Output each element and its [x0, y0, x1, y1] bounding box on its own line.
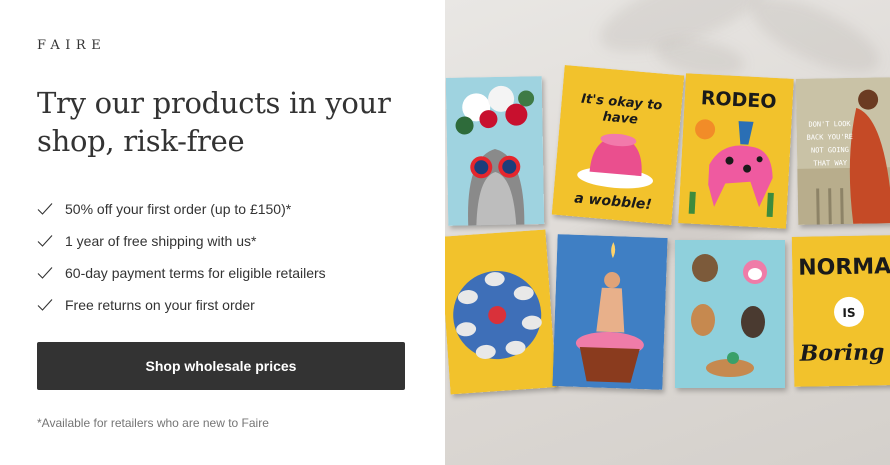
benefits-list: 50% off your first order (up to £150)* 1… — [37, 193, 326, 321]
benefit-text: 50% off your first order (up to £150)* — [65, 201, 292, 217]
product-cards-image: It's okay to have a wobble! RODEO DON'T … — [445, 0, 890, 465]
check-icon — [37, 235, 53, 247]
footnote: *Available for retailers who are new to … — [37, 416, 269, 430]
rodeo-card: RODEO — [678, 73, 794, 229]
benefit-item: 50% off your first order (up to £150)* — [37, 193, 326, 225]
cupcake-card — [552, 234, 668, 390]
rodeo-title: RODEO — [700, 87, 777, 113]
normal-line2: IS — [842, 306, 855, 320]
benefit-text: 1 year of free shipping with us* — [65, 233, 257, 249]
dont-look-back-card: DON'T LOOK BACK YOU'RE NOT GOING THAT WA… — [795, 77, 890, 225]
normal-line3: Boring — [799, 339, 885, 366]
benefit-text: 60-day payment terms for eligible retail… — [65, 265, 326, 281]
cat-card — [445, 76, 545, 226]
animals-card — [675, 240, 785, 388]
wobble-card: It's okay to have a wobble! — [551, 65, 685, 225]
benefit-item: 60-day payment terms for eligible retail… — [37, 257, 326, 289]
oysters-card — [445, 229, 557, 395]
benefit-item: 1 year of free shipping with us* — [37, 225, 326, 257]
benefit-item: Free returns on your first order — [37, 289, 326, 321]
wobble-line2: have — [602, 110, 639, 128]
check-icon — [37, 267, 53, 279]
check-icon — [37, 299, 53, 311]
normal-line1: NORMAL — [798, 254, 890, 281]
check-icon — [37, 203, 53, 215]
benefit-text: Free returns on your first order — [65, 297, 255, 313]
page-title: Try our products in your shop, risk-free — [37, 86, 391, 158]
faire-logo[interactable]: FAIRE — [37, 38, 106, 53]
shop-wholesale-button[interactable]: Shop wholesale prices — [37, 342, 405, 390]
normal-is-boring-card: NORMAL IS Boring — [791, 235, 890, 387]
dont-look-back-text: DON'T LOOK BACK YOU'RE NOT GOING THAT WA… — [806, 119, 853, 168]
promo-panel: FAIRE Try our products in your shop, ris… — [0, 0, 445, 465]
